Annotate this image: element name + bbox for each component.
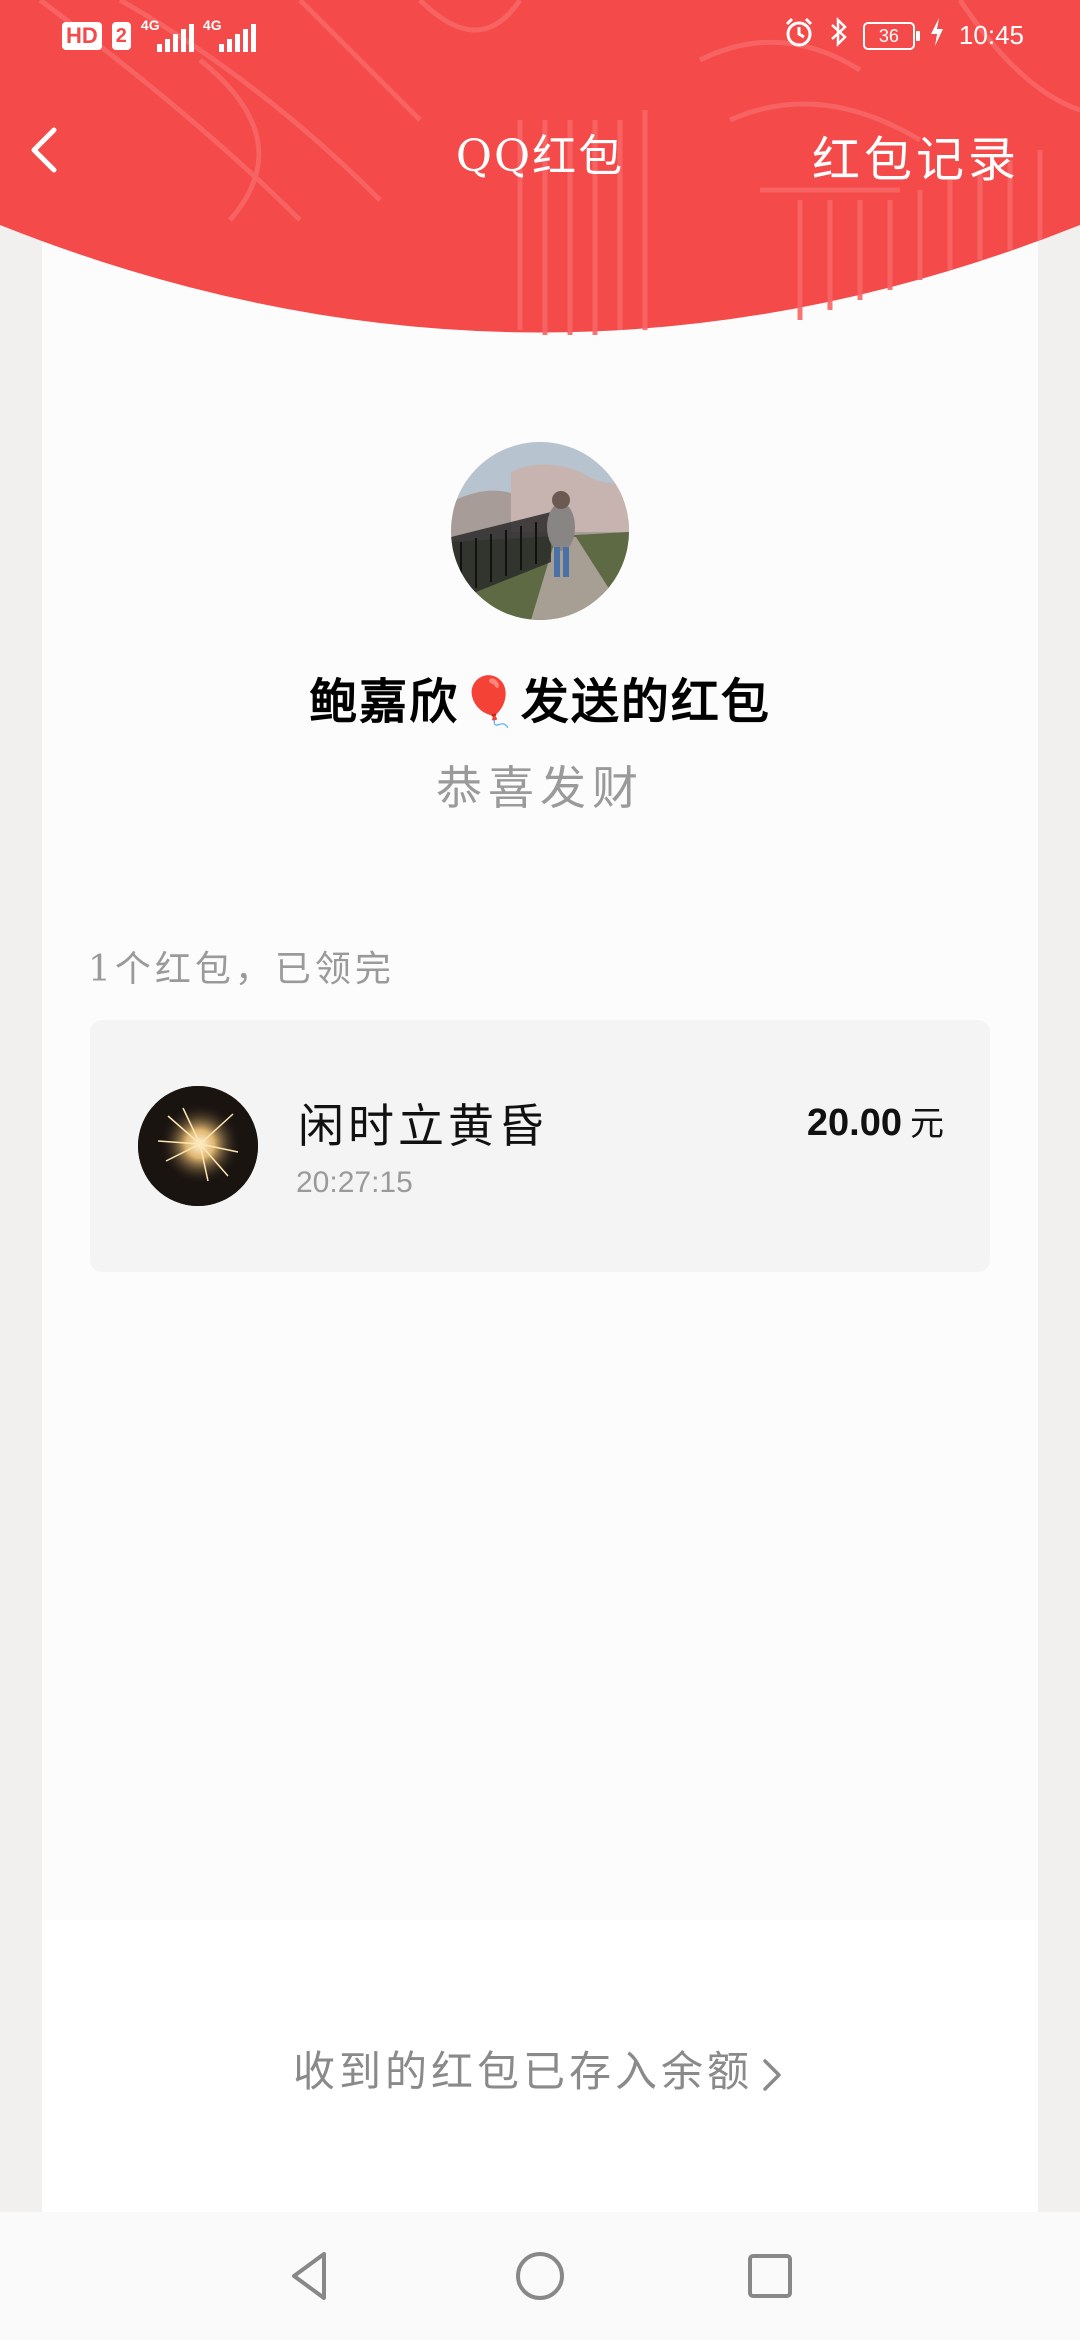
receiver-avatar[interactable] xyxy=(138,1086,258,1206)
received-amount: 20.00 元 xyxy=(807,1096,944,1145)
receiver-name: 闲时立黄昏 xyxy=(298,1099,548,1153)
status-bar: HD 2 4G 4G 36 10:45 xyxy=(0,0,1080,72)
balance-deposit-link[interactable]: 收到的红包已存入余额 xyxy=(0,2038,1080,2099)
red-packet-records-link[interactable]: 红包记录 xyxy=(812,120,1020,190)
nav-home-button[interactable] xyxy=(510,2246,570,2306)
amount-value: 20.00 xyxy=(806,1102,902,1144)
hd-badge: HD xyxy=(62,22,102,50)
bluetooth-icon xyxy=(829,16,849,55)
sender-title: 鲍嘉欣🎈发送的红包 xyxy=(309,674,771,730)
signal-strength-icon-2: 4G xyxy=(203,18,256,52)
triangle-back-icon xyxy=(292,2252,326,2300)
screen: HD 2 4G 4G 36 10:45 QQ红包 红包记录 鲍嘉欣🎈发送的红包 … xyxy=(0,0,1080,2340)
nav-back-button[interactable] xyxy=(280,2246,340,2306)
nav-recent-apps-button[interactable] xyxy=(740,2246,800,2306)
signal-strength-icon: 4G xyxy=(141,18,194,52)
circle-home-icon xyxy=(516,2252,564,2300)
square-recent-icon xyxy=(748,2254,792,2298)
chevron-right-icon xyxy=(757,2055,787,2095)
amount-unit: 元 xyxy=(910,1104,944,1144)
receiver-record-row[interactable]: 闲时立黄昏 20:27:15 20.00 元 xyxy=(90,1020,990,1272)
system-navigation-bar xyxy=(0,2212,1080,2340)
clock-time: 10:45 xyxy=(958,20,1024,50)
sender-avatar[interactable] xyxy=(451,442,629,620)
top-navigation: QQ红包 红包记录 xyxy=(0,100,1080,200)
packet-summary: 1个红包，已领完 xyxy=(88,949,395,990)
receive-time: 20:27:15 xyxy=(296,1166,413,1199)
blessing-message: 恭喜发财 xyxy=(436,761,644,815)
balance-deposit-text: 收到的红包已存入余额 xyxy=(292,2047,753,2096)
sim-badge: 2 xyxy=(111,22,131,50)
alarm-icon xyxy=(783,16,815,55)
battery-indicator: 36 xyxy=(862,21,920,50)
charging-bolt-icon xyxy=(929,18,945,53)
